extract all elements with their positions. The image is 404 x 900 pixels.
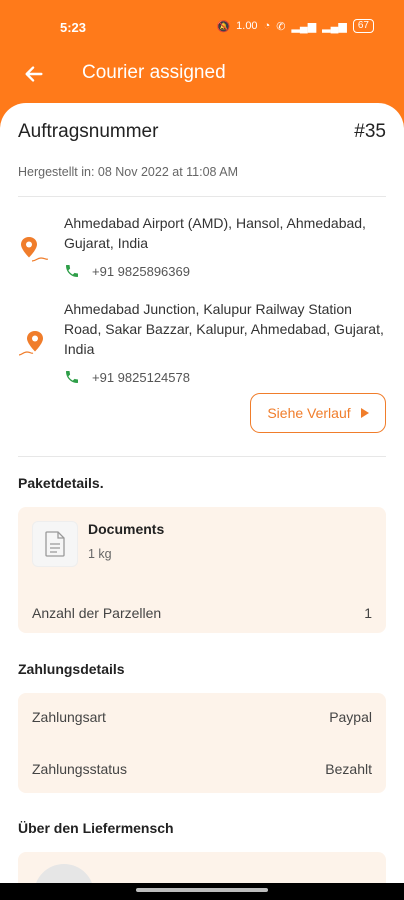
parcel-count-row: Anzahl der Parzellen 1 (32, 605, 372, 621)
package-weight: 1 kg (88, 547, 112, 561)
payment-method-row: Zahlungsart Paypal (32, 709, 372, 725)
battery-icon: 67 (352, 19, 374, 33)
wifi-icon: ◔ (263, 20, 271, 32)
pickup-phone-row[interactable]: +91 9825896369 (64, 263, 190, 279)
order-created: Hergestellt in: 08 Nov 2022 at 11:08 AM (18, 165, 239, 179)
signal-icon-2: ▂▄▆ (322, 20, 347, 33)
pickup-address: Ahmedabad Airport (AMD), Hansol, Ahmedab… (64, 215, 366, 251)
payment-method-value: Paypal (329, 709, 372, 725)
payment-method-label: Zahlungsart (32, 709, 106, 725)
view-history-label: Siehe Verlauf (267, 405, 351, 421)
dropoff-phone: +91 9825124578 (92, 369, 190, 385)
view-history-button[interactable]: Siehe Verlauf (250, 393, 386, 433)
package-section-title: Paketdetails. (18, 475, 104, 491)
pickup-location: Ahmedabad Airport (AMD), Hansol, Ahmedab… (18, 213, 386, 285)
signal-icon: ▂▄▆ (291, 20, 317, 33)
courier-card (18, 852, 386, 883)
order-header: Auftragsnummer #35 (18, 121, 386, 143)
app-bar: Courier assigned (0, 52, 404, 100)
status-icons: 🔕 1.00 ◔ ✆ ▂▄▆ ▂▄▆ 67 (216, 19, 374, 33)
payment-status-row: Zahlungsstatus Bezahlt (32, 761, 372, 777)
parcel-count-label: Anzahl der Parzellen (32, 605, 162, 621)
document-icon (32, 521, 78, 567)
divider (18, 196, 386, 197)
package-card: Documents 1 kg Anzahl der Parzellen 1 (18, 507, 386, 633)
dropoff-address: Ahmedabad Junction, Kalupur Railway Stat… (64, 301, 384, 357)
order-label: Auftragsnummer (18, 121, 159, 142)
dropoff-phone-row[interactable]: +91 9825124578 (64, 369, 190, 385)
page-title: Courier assigned (82, 62, 226, 83)
payment-status-label: Zahlungsstatus (32, 761, 127, 777)
volte-icon: ✆ (276, 20, 286, 33)
mute-icon: 🔕 (216, 20, 231, 33)
network-speed: 1.00 (236, 20, 258, 32)
courier-avatar (34, 864, 94, 883)
order-sheet: Auftragsnummer #35 Hergestellt in: 08 No… (0, 103, 404, 883)
package-name: Documents (88, 521, 165, 537)
play-arrow-icon (360, 408, 369, 418)
back-button[interactable] (20, 60, 48, 88)
status-time: 5:23 (60, 20, 87, 35)
arrow-left-icon (25, 66, 43, 82)
dropoff-location: Ahmedabad Junction, Kalupur Railway Stat… (18, 299, 386, 389)
parcel-count-value: 1 (364, 605, 372, 621)
phone-icon (66, 371, 78, 383)
gesture-bar (0, 883, 404, 900)
home-indicator[interactable] (136, 888, 268, 892)
location-pin-icon (21, 237, 48, 262)
pickup-phone: +91 9825896369 (92, 263, 190, 279)
phone-icon (66, 265, 78, 277)
divider (18, 456, 386, 457)
status-bar: 5:23 🔕 1.00 ◔ ✆ ▂▄▆ ▂▄▆ 67 (0, 0, 404, 52)
payment-card: Zahlungsart Paypal Zahlungsstatus Bezahl… (18, 693, 386, 793)
payment-section-title: Zahlungsdetails (18, 661, 125, 677)
order-number: #35 (354, 121, 386, 142)
payment-status-value: Bezahlt (325, 761, 372, 777)
location-pin-icon (18, 331, 43, 356)
courier-section-title: Über den Liefermensch (18, 820, 174, 836)
